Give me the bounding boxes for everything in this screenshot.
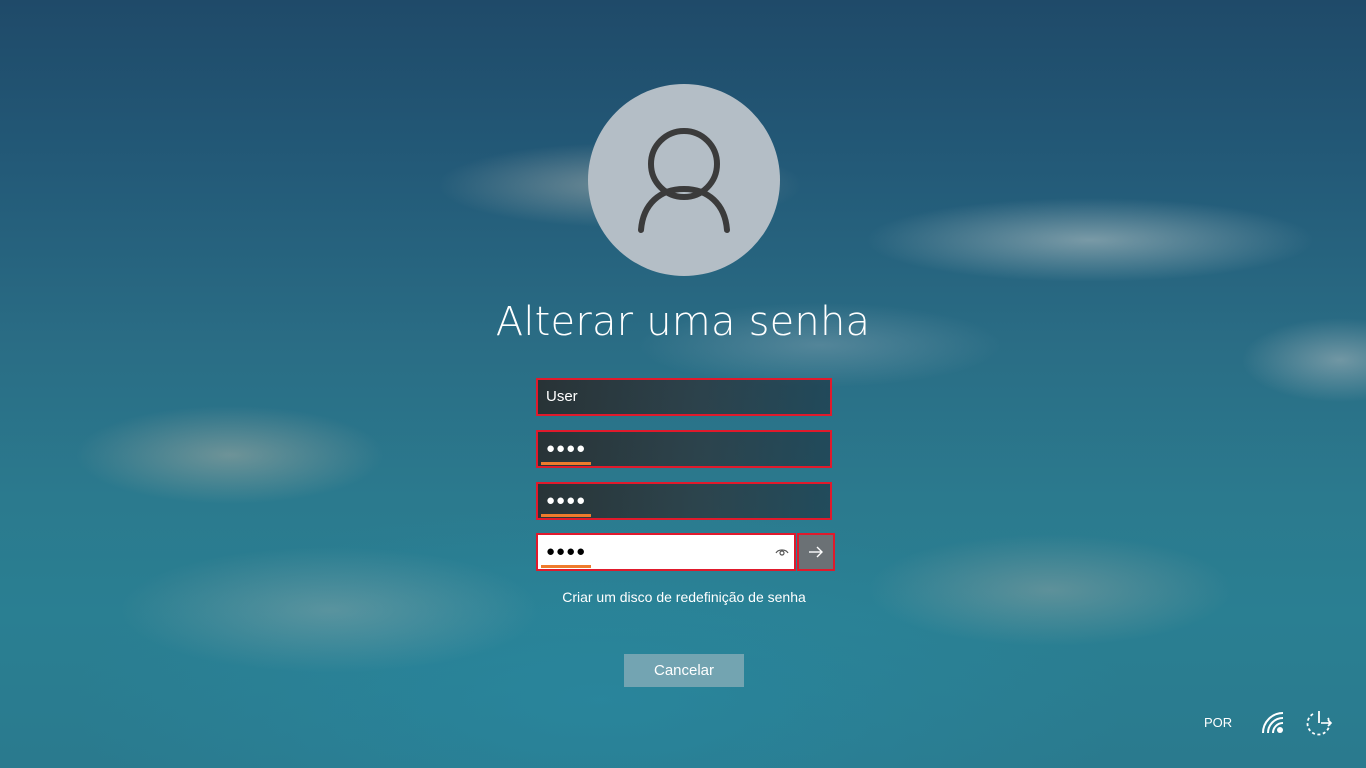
- confirm-password-field[interactable]: ●●●●: [536, 533, 796, 571]
- wifi-icon[interactable]: [1259, 709, 1287, 737]
- user-silhouette-icon: [638, 128, 730, 233]
- new-password-value: ●●●●: [546, 492, 587, 509]
- page-title: Alterar uma senha: [495, 299, 871, 345]
- eye-icon[interactable]: [774, 544, 790, 560]
- field-focus-underline: [541, 462, 591, 465]
- field-focus-underline: [541, 514, 591, 517]
- user-avatar: [588, 84, 780, 276]
- cancel-button[interactable]: Cancelar: [624, 654, 744, 687]
- reset-disk-link[interactable]: Criar um disco de redefinição de senha: [484, 587, 884, 607]
- confirm-password-value: ●●●●: [546, 543, 587, 560]
- new-password-field[interactable]: ●●●●: [536, 482, 832, 520]
- arrow-right-icon: [809, 546, 823, 558]
- old-password-field[interactable]: ●●●●: [536, 430, 832, 468]
- username-field[interactable]: User: [536, 378, 832, 416]
- field-focus-underline: [541, 565, 591, 568]
- submit-button[interactable]: [797, 533, 835, 571]
- power-options-icon[interactable]: [1304, 708, 1333, 736]
- old-password-value: ●●●●: [546, 440, 587, 457]
- language-indicator[interactable]: POR: [1204, 714, 1232, 732]
- username-value: User: [546, 388, 578, 405]
